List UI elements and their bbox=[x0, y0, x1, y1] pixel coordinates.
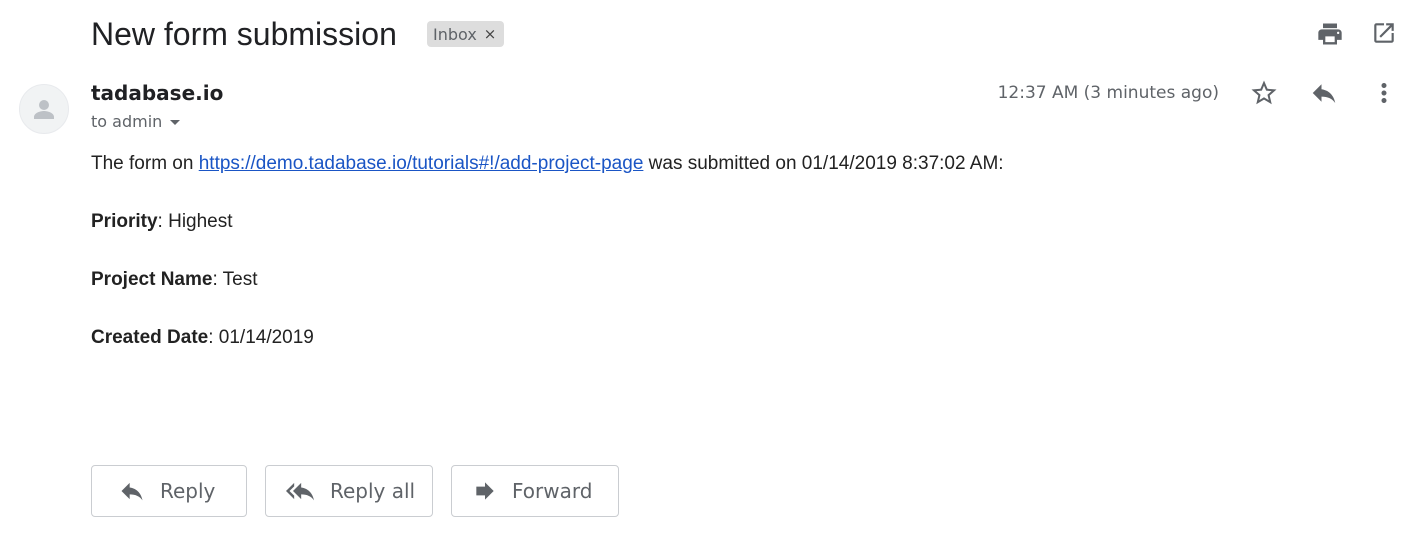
form-page-link[interactable]: https://demo.tadabase.io/tutorials#!/add… bbox=[199, 153, 644, 174]
message-body: The form on https://demo.tadabase.io/tut… bbox=[91, 152, 1004, 384]
more-vert-icon[interactable] bbox=[1369, 78, 1399, 108]
field-separator: : bbox=[212, 269, 223, 290]
reply-all-button-label: Reply all bbox=[330, 479, 416, 503]
intro-prefix: The form on bbox=[91, 153, 199, 174]
field-value: 01/14/2019 bbox=[218, 327, 314, 348]
field-row-created-date: Created Date: 01/14/2019 bbox=[91, 326, 1004, 350]
forward-button[interactable]: Forward bbox=[451, 465, 619, 517]
print-icon[interactable] bbox=[1316, 20, 1344, 48]
sender-avatar[interactable] bbox=[19, 84, 69, 134]
star-icon[interactable] bbox=[1249, 78, 1279, 108]
field-separator: : bbox=[208, 327, 219, 348]
forward-button-label: Forward bbox=[512, 479, 593, 503]
open-in-new-icon[interactable] bbox=[1371, 20, 1399, 48]
intro-suffix: was submitted on 01/14/2019 8:37:02 AM: bbox=[643, 153, 1004, 174]
inbox-label-text: Inbox bbox=[433, 24, 477, 44]
field-row-project-name: Project Name: Test bbox=[91, 268, 1004, 292]
reply-button[interactable]: Reply bbox=[91, 465, 247, 517]
recipient-text: to admin bbox=[91, 112, 163, 131]
recipient-line[interactable]: to admin bbox=[91, 111, 181, 133]
reply-all-icon bbox=[286, 482, 314, 501]
person-icon bbox=[34, 100, 54, 119]
field-label: Created Date bbox=[91, 327, 209, 348]
forward-icon bbox=[476, 482, 494, 500]
inbox-label-chip[interactable]: Inbox × bbox=[427, 21, 505, 47]
reply-button-label: Reply bbox=[160, 479, 216, 503]
email-subject: New form submission bbox=[91, 16, 397, 52]
intro-paragraph: The form on https://demo.tadabase.io/tut… bbox=[91, 152, 1004, 176]
message-timestamp: 12:37 AM (3 minutes ago) bbox=[997, 83, 1219, 103]
sender-name[interactable]: tadabase.io bbox=[91, 80, 223, 106]
reply-all-button[interactable]: Reply all bbox=[265, 465, 433, 517]
field-separator: : bbox=[157, 211, 169, 232]
field-label: Project Name bbox=[91, 269, 213, 290]
reply-icon bbox=[121, 482, 143, 501]
reply-icon[interactable] bbox=[1309, 78, 1339, 108]
field-value: Test bbox=[222, 269, 258, 290]
remove-label-icon[interactable]: × bbox=[484, 25, 497, 43]
show-details-caret-icon[interactable] bbox=[170, 119, 181, 125]
field-label: Priority bbox=[91, 211, 158, 232]
field-row-priority: Priority: Highest bbox=[91, 210, 1004, 234]
field-value: Highest bbox=[168, 211, 233, 232]
